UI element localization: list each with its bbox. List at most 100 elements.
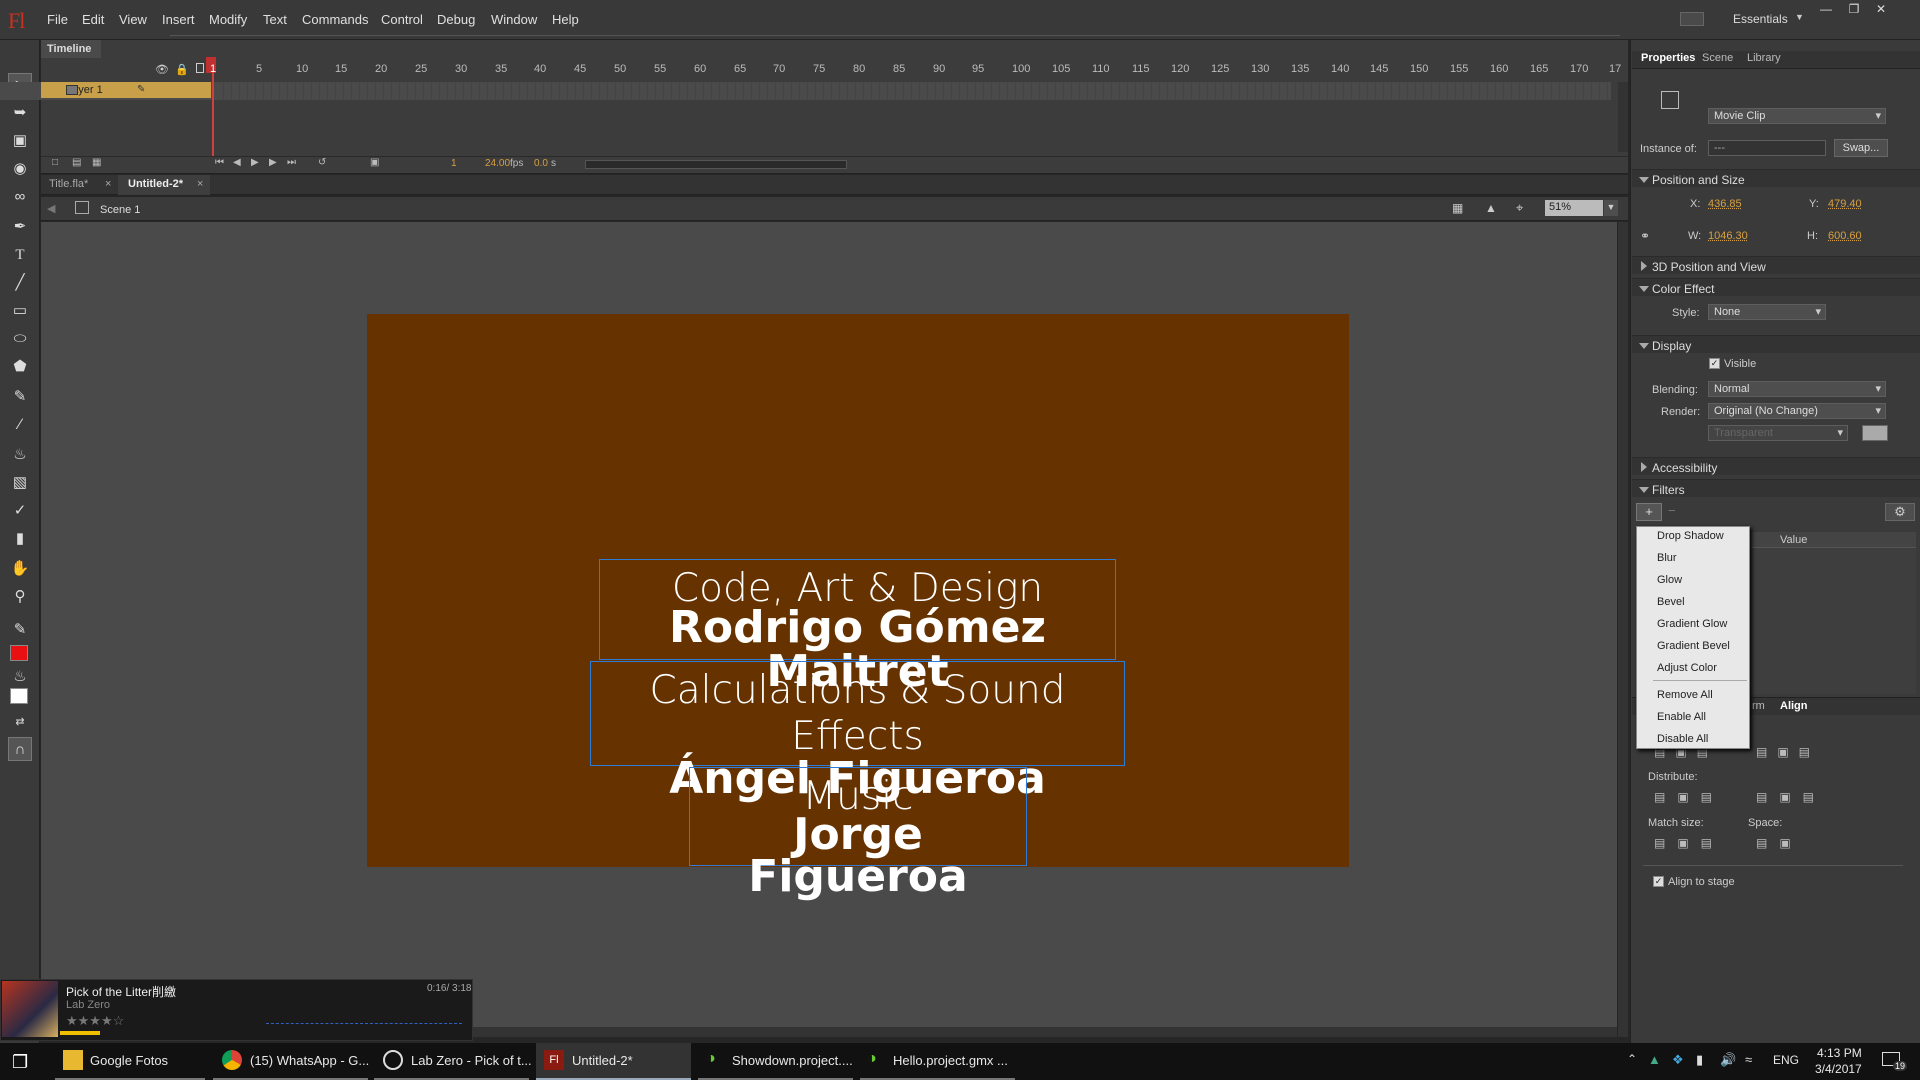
tab-title-fla[interactable]: Title.fla* — [49, 178, 88, 190]
drive-icon[interactable]: ▲ — [1648, 1052, 1661, 1067]
render-select[interactable]: Original (No Change) — [1708, 403, 1886, 419]
fill-color-icon[interactable]: ♨ — [8, 665, 32, 689]
menu-file[interactable]: File — [47, 12, 68, 27]
clock-date[interactable]: 3/4/2017 — [1815, 1062, 1862, 1076]
credit-block-3[interactable]: Music Jorge Figueroa — [689, 767, 1027, 899]
center-stage-icon[interactable]: ⌖ — [1516, 200, 1523, 216]
loop-icon[interactable]: ↺ — [318, 157, 326, 168]
stroke-color-icon[interactable]: ✎ — [8, 618, 32, 642]
instance-of-field[interactable]: --- — [1708, 140, 1826, 156]
menu-item-bevel[interactable]: Bevel — [1657, 596, 1685, 608]
scene-name[interactable]: Scene 1 — [100, 204, 140, 216]
snap-magnet-icon[interactable]: ∩ — [8, 737, 32, 761]
menu-item-blur[interactable]: Blur — [1657, 552, 1677, 564]
menu-item-adjust-color[interactable]: Adjust Color — [1657, 662, 1717, 674]
sync-icon[interactable] — [1680, 12, 1704, 26]
credit-block-1[interactable]: Code, Art & Design Rodrigo Gómez Maitret — [599, 559, 1116, 694]
restore-icon[interactable]: ❐ — [1843, 2, 1865, 18]
lock-icon[interactable]: 🔒 — [175, 63, 189, 76]
menu-view[interactable]: View — [119, 12, 147, 27]
play-icon[interactable]: ▶ — [251, 157, 259, 168]
menu-item-gradient-glow[interactable]: Gradient Glow — [1657, 618, 1727, 630]
elapsed-time[interactable]: 0.0 — [534, 158, 548, 169]
fill-color-swatch[interactable] — [10, 688, 28, 704]
text-tool-icon[interactable]: T — [8, 243, 32, 267]
distribute-icons[interactable]: ▤▣▤ — [1654, 790, 1724, 804]
instance-type-select[interactable]: Movie Clip — [1708, 108, 1886, 124]
menu-item-remove-all[interactable]: Remove All — [1657, 689, 1713, 701]
bone-tool-icon[interactable]: ▧ — [8, 471, 32, 495]
eyedropper-icon[interactable]: ✓ — [8, 499, 32, 523]
progress-track[interactable] — [266, 1023, 462, 1024]
goto-first-icon[interactable]: ⏮ — [215, 157, 224, 168]
language-indicator[interactable]: ENG — [1773, 1053, 1799, 1067]
volume-icon[interactable]: 🔊 — [1720, 1052, 1736, 1068]
visible-checkbox[interactable]: ✓ — [1709, 358, 1720, 369]
oval-tool-icon[interactable]: ⬭ — [8, 327, 32, 351]
tab-align[interactable]: Align — [1780, 700, 1808, 712]
filters-section[interactable]: Filters — [1632, 479, 1920, 497]
credit-block-2[interactable]: Calculations & Sound Effects Ángel Figue… — [590, 661, 1125, 802]
current-frame[interactable]: 1 — [451, 158, 457, 169]
lasso-icon[interactable]: ∞ — [8, 185, 32, 209]
menu-item-disable-all[interactable]: Disable All — [1657, 733, 1708, 745]
accessibility-section[interactable]: Accessibility — [1632, 457, 1920, 475]
filter-options-gear-icon[interactable]: ⚙ — [1885, 503, 1915, 521]
pencil-tool-icon[interactable]: ✎ — [8, 385, 32, 409]
height-value[interactable]: 600.60 — [1828, 230, 1862, 242]
tab-untitled-2[interactable]: Untitled-2* — [128, 178, 183, 190]
x-value[interactable]: 436.85 — [1708, 198, 1742, 210]
position-size-section[interactable]: Position and Size — [1632, 169, 1920, 187]
remove-filter-icon[interactable]: − — [1668, 503, 1676, 518]
tab-library[interactable]: Library — [1747, 52, 1781, 64]
3d-rotation-icon[interactable]: ◉ — [8, 157, 32, 181]
line-tool-icon[interactable]: ╱ — [8, 271, 32, 295]
eraser-icon[interactable]: ▮ — [8, 527, 32, 551]
free-transform-icon[interactable]: ▣ — [8, 129, 32, 153]
distribute-h-icons[interactable]: ▤▣▤ — [1756, 790, 1826, 804]
eye-icon[interactable]: 👁 — [155, 63, 169, 76]
align-to-stage-checkbox[interactable]: ✓ — [1653, 876, 1664, 887]
zoom-tool-icon[interactable]: ⚲ — [8, 585, 32, 609]
swap-colors-icon[interactable]: ⇄ — [8, 710, 32, 734]
vertical-scrollbar[interactable] — [1618, 222, 1628, 1037]
menu-item-gradient-bevel[interactable]: Gradient Bevel — [1657, 640, 1730, 652]
blending-select[interactable]: Normal — [1708, 381, 1886, 397]
stroke-color-swatch[interactable] — [10, 645, 28, 661]
background-color-swatch[interactable] — [1862, 425, 1888, 441]
clock-time[interactable]: 4:13 PM — [1817, 1046, 1862, 1060]
tab-properties[interactable]: Properties — [1641, 52, 1695, 64]
minimize-icon[interactable]: — — [1815, 2, 1837, 18]
menu-item-enable-all[interactable]: Enable All — [1657, 711, 1706, 723]
display-section[interactable]: Display — [1632, 335, 1920, 353]
goto-last-icon[interactable]: ⏭ — [287, 157, 296, 168]
outline-icon[interactable] — [196, 63, 204, 73]
back-arrow-icon[interactable]: ◀ — [47, 202, 55, 215]
edit-scene-icon[interactable]: ▦ — [1452, 201, 1463, 215]
menu-item-drop-shadow[interactable]: Drop Shadow — [1657, 530, 1724, 542]
edit-symbol-icon[interactable]: ▲ — [1485, 201, 1497, 215]
menu-item-glow[interactable]: Glow — [1657, 574, 1682, 586]
battery-icon[interactable]: ▮ — [1696, 1052, 1703, 1068]
step-forward-icon[interactable]: ▶ — [269, 157, 277, 168]
onion-skin-icon[interactable]: ▣ — [370, 157, 379, 168]
hand-tool-icon[interactable]: ✋ — [8, 557, 32, 581]
align-top-icons[interactable]: ▤▣▤ — [1756, 745, 1820, 759]
tab-close-icon[interactable]: × — [197, 178, 203, 190]
close-icon[interactable]: ✕ — [1870, 2, 1892, 18]
frame-cells[interactable] — [216, 82, 1611, 100]
chevron-up-icon[interactable]: ⌃ — [1627, 1052, 1637, 1066]
delete-layer-icon[interactable]: ▦ — [92, 157, 101, 168]
rectangle-tool-icon[interactable]: ▭ — [8, 299, 32, 323]
color-effect-section[interactable]: Color Effect — [1632, 278, 1920, 296]
match-size-icons[interactable]: ▤▣▤ — [1654, 836, 1724, 850]
wifi-icon[interactable]: ≈ — [1745, 1052, 1752, 1067]
menu-edit[interactable]: Edit — [82, 12, 104, 27]
tab-scene[interactable]: Scene — [1702, 52, 1733, 64]
dropbox-icon[interactable]: ❖ — [1672, 1052, 1684, 1068]
windows-start-icon[interactable]: ❐ — [12, 1052, 28, 1073]
tab-close-icon[interactable]: × — [105, 178, 111, 190]
timeline-hscroll[interactable] — [585, 160, 847, 169]
link-proportions-icon[interactable]: ⚭ — [1640, 229, 1650, 243]
brush-tool-icon[interactable]: ∕ — [8, 413, 32, 437]
